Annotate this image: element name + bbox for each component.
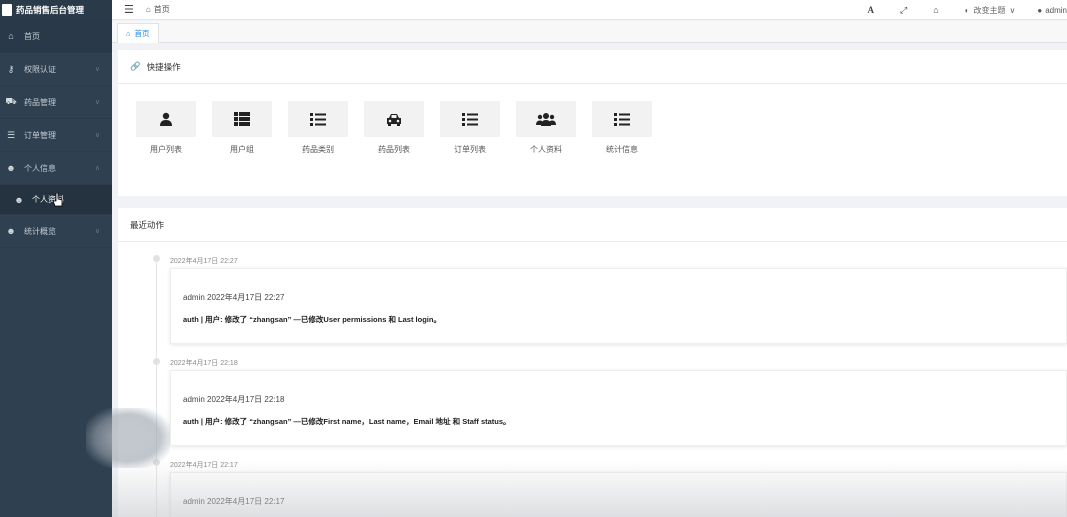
timeline-line	[156, 258, 157, 517]
fullscreen-icon[interactable]: ⤢	[900, 5, 907, 16]
theme-switch-button[interactable]: ◐ 改变主题 ∨	[965, 5, 1016, 16]
users-icon	[516, 101, 576, 137]
home-icon: ⌂	[8, 31, 14, 41]
entry-author: admin 2022年4月17日 22:18	[183, 395, 285, 404]
breadcrumb[interactable]: ⌂ 首页	[146, 4, 170, 15]
palette-icon: ◐	[964, 5, 970, 15]
users-icon: ☻	[6, 163, 16, 173]
sidebar-item-label: 首页	[24, 31, 40, 41]
link-icon: 🔗	[130, 61, 141, 71]
main-content: 🔗 快捷操作 用户列表 用户组 药品类别 药品列表 订单列表 个人资料 统计信息…	[112, 43, 1067, 517]
user-icon: ●	[1037, 5, 1043, 15]
sidebar-item-label: 统计概览	[24, 226, 56, 236]
quick-item-label: 药品类别	[302, 145, 334, 154]
user-name: admin	[1045, 5, 1067, 15]
chevron-down-icon: ∨	[94, 66, 100, 73]
sidebar-item-profile[interactable]: ☻ 个人信息 ∧	[0, 152, 112, 185]
sidebar-item-auth[interactable]: ⚷ 权限认证 ∨	[0, 53, 112, 86]
quick-actions-title: 快捷操作	[146, 61, 181, 72]
quick-item-label: 个人资料	[530, 145, 562, 154]
timeline-date: 2022年4月17日 22:27	[170, 258, 238, 265]
entry-description: auth | 用户: 修改了 “zhangsan” —已修改First name…	[183, 417, 511, 426]
timeline-dot	[153, 358, 160, 365]
home-icon: ⌂	[145, 5, 151, 14]
blurred-overlay	[86, 408, 170, 468]
timeline-date: 2022年4月17日 22:17	[170, 462, 238, 469]
mouse-cursor-icon	[53, 193, 63, 207]
list-icon	[440, 101, 500, 137]
th-list-icon	[212, 101, 272, 137]
quick-item-statistics[interactable]: 统计信息	[592, 101, 668, 155]
timeline-entry: admin 2022年4月17日 22:27 auth | 用户: 修改了 “z…	[170, 268, 1067, 344]
users-icon: ☻	[6, 226, 16, 236]
user-icon	[136, 101, 196, 137]
font-size-icon[interactable]: A	[868, 5, 875, 15]
theme-label: 改变主题	[973, 5, 1006, 15]
chevron-down-icon: ∨	[94, 228, 100, 235]
quick-item-drug-category[interactable]: 药品类别	[288, 101, 364, 155]
quick-item-label: 订单列表	[454, 145, 486, 154]
list-icon: ☰	[6, 129, 16, 140]
breadcrumb-label: 首页	[153, 5, 170, 14]
home-icon[interactable]: ⌂	[933, 5, 938, 15]
quick-item-label: 统计信息	[606, 145, 638, 154]
chevron-down-icon: ∨	[94, 99, 100, 106]
timeline-entry: admin 2022年4月17日 22:18 auth | 用户: 修改了 “z…	[170, 370, 1067, 446]
sidebar-item-label: 订单管理	[24, 130, 56, 140]
users-icon: ☻	[14, 194, 24, 205]
topbar-right-tools: A ⤢ ⌂ ◐ 改变主题 ∨ ● admin	[842, 0, 1067, 20]
chevron-down-icon: ∨	[94, 132, 100, 139]
top-navbar: ☰ ⌂ 首页 A ⤢ ⌂ ◐ 改变主题 ∨ ● admin	[112, 0, 1067, 20]
app-title: 药品销售后台管理	[16, 5, 85, 15]
tab-label: 首页	[134, 29, 150, 38]
user-key-icon: ⚷	[7, 63, 15, 74]
timeline-entry: admin 2022年4月17日 22:17	[170, 472, 1067, 517]
chevron-down-icon: ∨	[1009, 5, 1016, 15]
entry-author: admin 2022年4月17日 22:27	[183, 293, 285, 302]
logo-icon	[2, 4, 12, 16]
sidebar-item-label: 药品管理	[24, 97, 56, 107]
quick-actions-grid: 用户列表 用户组 药品类别 药品列表 订单列表 个人资料 统计信息	[136, 101, 668, 155]
home-icon: ⌂	[126, 29, 131, 38]
user-menu[interactable]: ● admin	[1037, 6, 1067, 15]
sidebar-item-orders[interactable]: ☰ 订单管理 ∨	[0, 119, 112, 152]
sidebar-item-home[interactable]: ⌂ 首页	[0, 20, 112, 53]
recent-actions-header: 最近动作	[118, 208, 1067, 242]
timeline-date: 2022年4月17日 22:18	[170, 360, 238, 367]
timeline-dot	[153, 255, 160, 262]
recent-actions-card: 最近动作 2022年4月17日 22:27 admin 2022年4月17日 2…	[118, 208, 1067, 517]
list-icon	[288, 101, 348, 137]
quick-item-label: 用户组	[230, 145, 254, 154]
quick-item-label: 药品列表	[378, 145, 410, 154]
quick-item-user-group[interactable]: 用户组	[212, 101, 288, 155]
sidebar-item-label: 个人信息	[24, 163, 56, 173]
sidebar-item-drugs[interactable]: ⛟ 药品管理 ∨	[0, 86, 112, 119]
quick-actions-header: 🔗 快捷操作	[118, 50, 1067, 84]
car-icon	[364, 101, 424, 137]
quick-item-drug-list[interactable]: 药品列表	[364, 101, 440, 155]
entry-description: auth | 用户: 修改了 “zhangsan” —已修改User permi…	[183, 315, 441, 324]
tab-home[interactable]: ⌂ 首页	[117, 23, 159, 43]
sidebar-item-label: 权限认证	[24, 64, 56, 74]
page-tabs: ⌂ 首页	[112, 21, 1067, 43]
quick-actions-card: 🔗 快捷操作 用户列表 用户组 药品类别 药品列表 订单列表 个人资料 统计信息	[118, 50, 1067, 196]
quick-item-order-list[interactable]: 订单列表	[440, 101, 516, 155]
sidebar-item-stats[interactable]: ☻ 统计概览 ∨	[0, 215, 112, 248]
menu-toggle-icon[interactable]: ☰	[124, 3, 134, 16]
chevron-up-icon: ∧	[94, 165, 100, 172]
car-icon: ⛟	[5, 96, 17, 106]
quick-item-user-list[interactable]: 用户列表	[136, 101, 212, 155]
app-brand: 药品销售后台管理	[0, 0, 112, 20]
list-icon	[592, 101, 652, 137]
quick-item-profile[interactable]: 个人资料	[516, 101, 592, 155]
entry-author: admin 2022年4月17日 22:17	[183, 497, 285, 506]
recent-actions-title: 最近动作	[130, 219, 165, 230]
quick-item-label: 用户列表	[150, 145, 182, 154]
